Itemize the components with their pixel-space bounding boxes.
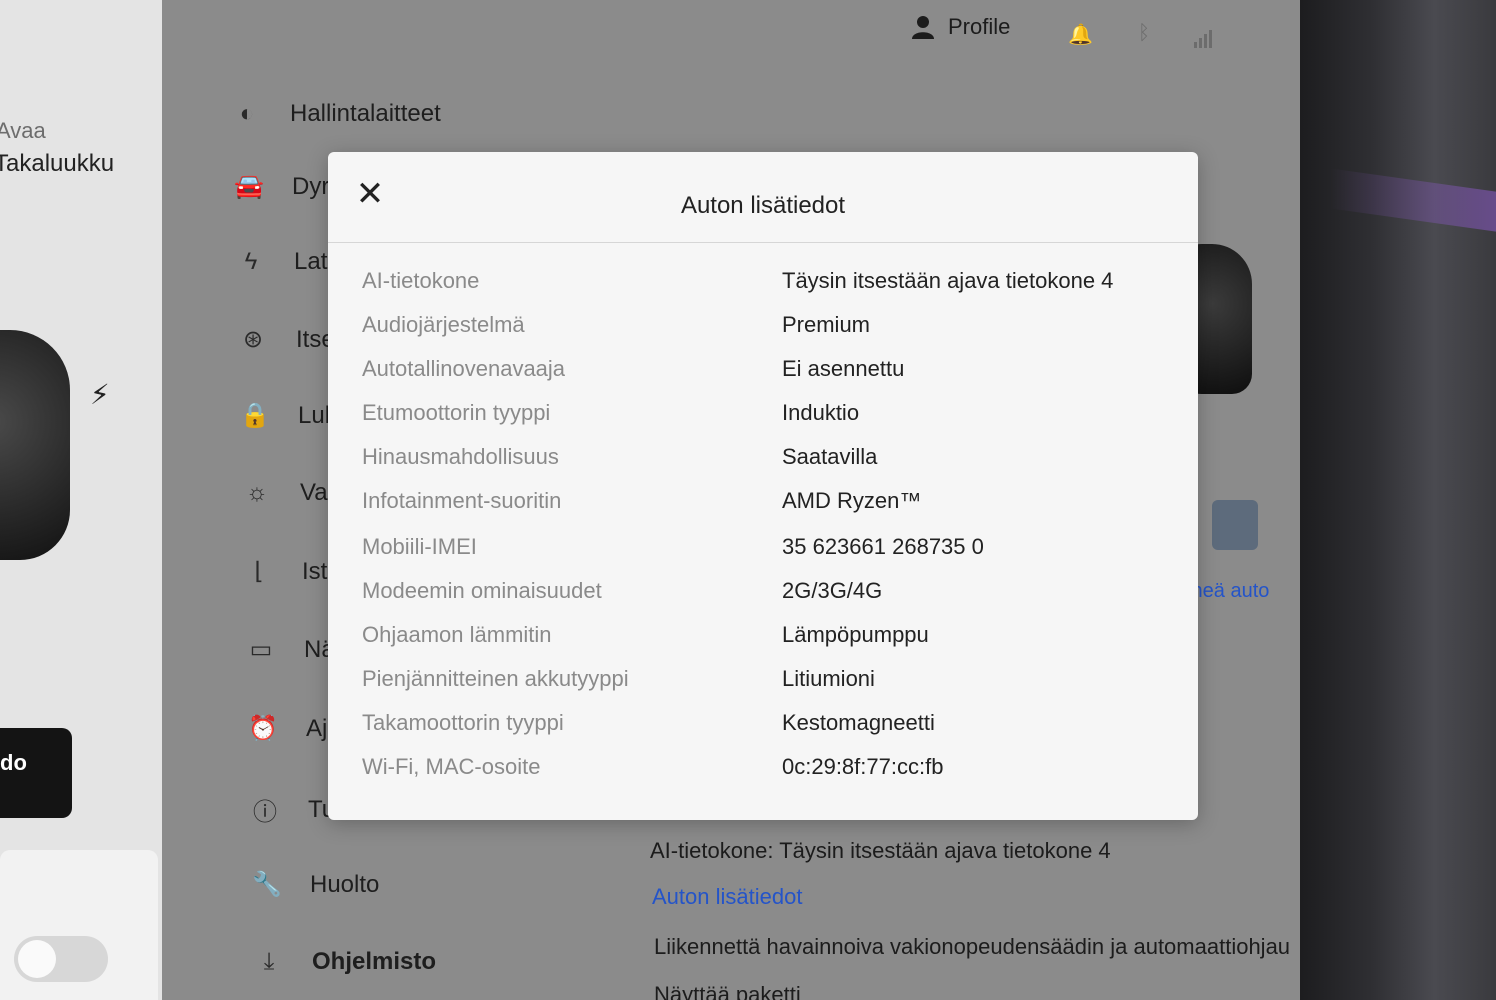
bluetooth-icon[interactable]: ᛒ [1138,22,1150,45]
spec-value: 0c:29:8f:77:cc:fb [782,754,944,779]
menu-label: Huolto [310,870,380,898]
spec-value: Täysin itsestään ajava tietokone 4 [782,268,1114,293]
spec-row: Audiojärjestelmä Premium [362,312,1192,352]
menu-item-locks[interactable]: 🔒 Luk [240,401,337,430]
menu-item-software[interactable]: ⤓ Ohjelmisto [224,926,590,996]
menu-item-seats[interactable]: ⌊ Istu [244,557,340,586]
spec-row: AI-tietokone Täysin itsestään ajava tiet… [362,268,1192,308]
car-panel: Avaa Takaluukku ⚡ do [0,0,162,1000]
alarm-clock-icon: ⏰ [248,715,278,742]
spec-label: AI-tietokone [362,268,480,293]
details-modal: ✕ Auton lisätiedot AI-tietokone Täysin i… [328,152,1198,820]
spec-label: Mobiili-IMEI [362,534,477,559]
color-swatch-selected[interactable] [1212,500,1258,550]
spec-label: Etumoottorin tyyppi [362,400,551,425]
toggle-knob [18,940,56,978]
car-name-link[interactable]: meä auto [1186,580,1269,603]
menu-item-schedule[interactable]: ⏰ Aja [248,714,341,743]
menu-label: Ohjelmisto [312,948,437,975]
spec-label: Ohjaamon lämmitin [362,622,552,647]
package-text: Näyttää paketti [654,982,801,1000]
spec-label: Infotainment-suoritin [362,488,562,513]
lightning-icon[interactable]: ⚡ [90,378,110,411]
menu-label: Dyr [292,172,330,200]
spec-label: Hinausmahdollisuus [362,444,559,469]
spec-row: Etumoottorin tyyppi Induktio [362,400,1192,440]
details-link[interactable]: Auton lisätiedot [652,884,802,910]
spec-label: Takamoottorin tyyppi [362,710,564,735]
car-icon: 🚘 [234,173,264,200]
top-bar: Profile 🔔 ᛒ [162,0,1300,70]
spec-value: 2G/3G/4G [782,578,883,603]
spec-row: Takamoottorin tyyppi Kestomagneetti [362,710,1192,750]
wrench-icon: 🔧 [252,871,282,898]
spec-value: AMD Ryzen™ [782,488,922,513]
car-panel-button-label: do [0,750,27,775]
spec-value: Kestomagneetti [782,710,935,735]
lte-signal-icon [1194,30,1212,48]
car-panel-button[interactable]: do [0,728,72,818]
warning-icon: ⓘ [253,799,277,826]
profile-label: Profile [948,14,1011,39]
trunk-label[interactable]: Takaluukku [0,150,114,178]
menu-item-controls[interactable]: ◐ Hallintalaitteet [232,100,441,128]
spec-row: Ohjaamon lämmitin Lämpöpumppu [362,622,1192,662]
spec-value: Litiumioni [782,666,875,691]
toggle-icon: ◐ [239,100,255,127]
car-image [0,330,70,560]
spec-label: Autotallinovenavaaja [362,356,566,381]
ai-computer-text: AI-tietokone: Täysin itsestään ajava tie… [650,838,1111,863]
profile-button[interactable]: Profile [912,14,1010,40]
open-label[interactable]: Avaa [0,118,46,144]
cruise-control-text: Liikennettä havainnoiva vakionopeudensää… [654,934,1291,959]
sun-icon: ☼ [246,479,268,506]
download-icon: ⤓ [263,948,275,975]
toggle-switch[interactable] [14,936,108,982]
lightning-icon: ϟ [244,248,258,275]
menu-item-service[interactable]: 🔧 Huolto [252,870,379,899]
steering-wheel-icon: ⊛ [242,326,264,353]
touchscreen: Avaa Takaluukku ⚡ do Profile 🔔 ᛒ ◐ Halli… [0,0,1300,1000]
menu-item-charging[interactable]: ϟ Lat [236,248,328,276]
menu-item-autopilot[interactable]: ⊛ Itse [238,325,335,354]
modal-divider [328,242,1198,243]
spec-row: Autotallinovenavaaja Ei asennettu [362,356,1192,396]
display-icon: ▭ [249,636,273,663]
spec-value: Premium [782,312,871,337]
lock-icon: 🔒 [240,402,270,429]
spec-row: Pienjännitteinen akkutyyppi Litiumioni [362,666,1192,706]
spec-row: Infotainment-suoritin AMD Ryzen™ [362,488,1192,528]
menu-item-dynamics[interactable]: 🚘 Dyr [234,172,329,201]
person-icon [912,16,934,39]
spec-row: Wi-Fi, MAC-osoite 0c:29:8f:77:cc:fb [362,754,1192,794]
modal-title: Auton lisätiedot [680,192,846,219]
spec-value: Ei asennettu [782,356,905,381]
screen-bezel [1290,0,1496,1000]
spec-value: Saatavilla [782,444,878,469]
spec-label: Audiojärjestelmä [362,312,525,337]
menu-label: Lat [294,248,328,275]
spec-value: Lämpöpumppu [782,622,929,647]
bell-icon[interactable]: 🔔 [1068,22,1093,47]
spec-label: Wi-Fi, MAC-osoite [362,754,541,779]
menu-item-lights[interactable]: ☼ Val [242,479,333,507]
spec-row: Mobiili-IMEI 35 623661 268735 0 [362,534,1192,574]
spec-label: Pienjännitteinen akkutyyppi [362,666,629,691]
spec-row: Hinausmahdollisuus Saatavilla [362,444,1192,484]
menu-label: Hallintalaitteet [290,100,441,127]
spec-label: Modeemin ominaisuudet [362,578,602,603]
spec-value: Induktio [782,400,860,425]
spec-value: 35 623661 268735 0 [782,534,984,559]
spec-row: Modeemin ominaisuudet 2G/3G/4G [362,578,1192,618]
seat-icon: ⌊ [254,558,264,585]
